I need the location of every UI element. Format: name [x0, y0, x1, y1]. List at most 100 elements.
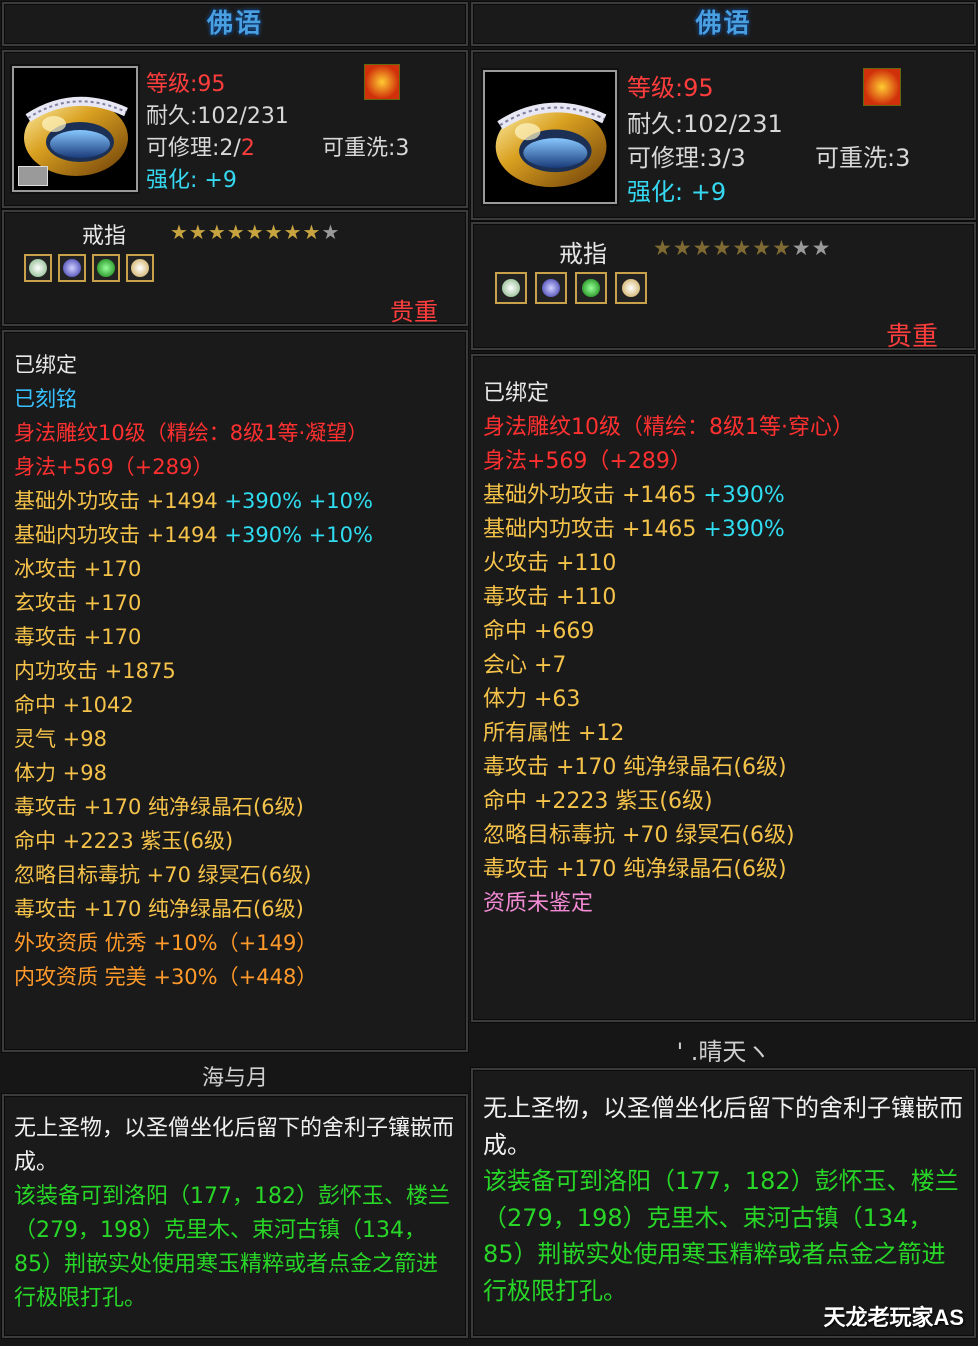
attribute-line: 灵气 +98 — [14, 722, 373, 756]
item-type: 戒指 — [82, 224, 127, 249]
attribute-line: 会心 +7 — [483, 648, 854, 682]
description-box: 无上圣物，以圣僧坐化后留下的舍利子镶嵌而成。 该装备可到洛阳（177，182）彭… — [2, 1094, 468, 1338]
enhance-row: 强化: +9 — [146, 162, 237, 194]
attribute-line: 基础外功攻击 +1494 +390% +10% — [14, 484, 373, 518]
attribute-text: 火攻击 +110 — [483, 551, 617, 576]
attribute-line: 已刻铭 — [14, 382, 373, 416]
engraver-name: ' .晴天ヽ — [676, 1038, 771, 1066]
item-title: 佛语 — [695, 9, 752, 39]
gem-blue-icon[interactable] — [58, 254, 86, 282]
durability: 耐久:102/231 — [627, 110, 783, 138]
attribute-text: 命中 +2223 紫玉(6级) — [14, 829, 234, 853]
attribute-text: 毒攻击 +170 — [14, 625, 142, 649]
gem-gold-icon[interactable] — [615, 272, 647, 304]
attribute-bonus: +390% — [703, 517, 785, 542]
attribute-line: 已绑定 — [483, 376, 854, 410]
attribute-text: 基础内功攻击 +1494 — [14, 523, 225, 547]
gem-slots — [24, 254, 154, 282]
attribute-text: 忽略目标毒抗 +70 绿冥石(6级) — [14, 863, 312, 887]
attribute-line: 体力 +63 — [483, 682, 854, 716]
level-value: :95 — [190, 72, 226, 97]
attribute-text: 内功攻击 +1875 — [14, 659, 176, 683]
attribute-line: 基础外功攻击 +1465 +390% — [483, 478, 854, 512]
enhance-label: 强化: — [146, 168, 198, 193]
gem-green-icon[interactable] — [575, 272, 607, 304]
item-type: 戒指 — [559, 240, 607, 268]
description-text: 无上圣物，以圣僧坐化后留下的舍利子镶嵌而成。 — [483, 1094, 963, 1159]
reroll-count: 可重洗:3 — [815, 144, 911, 172]
enhance-label: 强化: — [627, 178, 684, 206]
attribute-text: 毒攻击 +170 纯净绿晶石(6级) — [483, 857, 787, 882]
attribute-text: 身法雕纹10级（精绘：8级1等·凝望） — [14, 421, 369, 445]
attribute-line: 已绑定 — [14, 348, 373, 382]
attribute-line: 内功攻击 +1875 — [14, 654, 373, 688]
attribute-lines: 已绑定身法雕纹10级（精绘：8级1等·穿心） 身法+569（+289） 基础外功攻击… — [483, 376, 854, 920]
rarity-label: 贵重 — [885, 322, 938, 352]
level-row: 等级:95 — [627, 68, 714, 103]
attribute-text: 身法+569（+289） — [483, 449, 692, 474]
attribute-line: 命中 +2223 紫玉(6级) — [483, 784, 854, 818]
attribute-line: 内攻资质 完美 +30%（+448） — [14, 960, 373, 994]
star-rating: ★★★★★★★★★ — [653, 236, 831, 260]
ring-icon[interactable] — [483, 70, 617, 204]
gem-white-icon[interactable] — [495, 272, 527, 304]
attribute-line: 毒攻击 +170 纯净绿晶石(6级) — [483, 852, 854, 886]
reroll-count: 可重洗:3 — [322, 136, 410, 161]
attribute-text: 毒攻击 +170 纯净绿晶石(6级) — [483, 755, 787, 780]
attribute-line: 外攻资质 优秀 +10%（+149） — [14, 926, 373, 960]
gem-blue-icon[interactable] — [535, 272, 567, 304]
attribute-text: 命中 +669 — [483, 619, 595, 644]
gem-gold-icon[interactable] — [126, 254, 154, 282]
attribute-line: 忽略目标毒抗 +70 绿冥石(6级) — [483, 818, 854, 852]
ring-icon[interactable] — [12, 66, 138, 192]
attribute-text: 命中 +1042 — [14, 693, 134, 717]
attribute-line: 所有属性 +12 — [483, 716, 854, 750]
attribute-line: 基础内功攻击 +1465 +390% — [483, 512, 854, 546]
item-type-area: 戒指 ★★★★★★★★★ 贵重 — [471, 222, 976, 352]
enhance-value: +9 — [204, 168, 237, 193]
repair-max: 2 — [240, 136, 255, 161]
description-box: 无上圣物，以圣僧坐化后留下的舍利子镶嵌而成。 该装备可到洛阳（177，182）彭… — [471, 1068, 976, 1338]
attribute-line: 冰攻击 +170 — [14, 552, 373, 586]
attribute-text: 外攻资质 优秀 +10%（+149） — [14, 931, 318, 955]
attribute-text: 会心 +7 — [483, 653, 567, 678]
attribute-text: 已刻铭 — [14, 387, 77, 411]
attribute-line: 命中 +669 — [483, 614, 854, 648]
attribute-text: 毒攻击 +170 纯净绿晶石(6级) — [14, 795, 304, 819]
attribute-line: 毒攻击 +110 — [483, 580, 854, 614]
attribute-bonus: +390% +10% — [224, 523, 373, 547]
stars-filled: ★★★★★★★★ — [170, 220, 322, 244]
gem-slots — [495, 272, 647, 304]
gem-white-icon[interactable] — [24, 254, 52, 282]
attribute-text: 基础外功攻击 +1494 — [14, 489, 225, 513]
attribute-line: 身法+569（+289） — [14, 450, 373, 484]
attribute-line: 身法+569（+289） — [483, 444, 854, 478]
fire-element-icon — [364, 64, 400, 100]
item-title: 佛语 — [206, 9, 263, 39]
star-rating: ★★★★★★★★★ — [170, 220, 340, 244]
title-bar: 佛语 — [2, 2, 468, 46]
gem-green-icon[interactable] — [92, 254, 120, 282]
attribute-text: 基础外功攻击 +1465 — [483, 483, 704, 508]
level-row: 等级:95 — [146, 66, 225, 98]
attribute-text: 所有属性 +12 — [483, 721, 625, 746]
attribute-text: 内攻资质 完美 +30%（+448） — [14, 965, 318, 989]
enhance-value: +9 — [690, 178, 727, 206]
attribute-text: 忽略目标毒抗 +70 绿冥石(6级) — [483, 823, 795, 848]
socket-hint: 该装备可到洛阳（177，182）彭怀玉、楼兰（279，198）克里木、束河古镇（… — [14, 1184, 450, 1311]
socket-hint: 该装备可到洛阳（177，182）彭怀玉、楼兰（279，198）克里木、束河古镇（… — [483, 1167, 959, 1305]
attribute-text: 已绑定 — [483, 381, 550, 406]
rarity-label: 贵重 — [390, 298, 438, 326]
attribute-line: 命中 +2223 紫玉(6级) — [14, 824, 373, 858]
attribute-text: 冰攻击 +170 — [14, 557, 142, 581]
attribute-line: 身法雕纹10级（精绘：8级1等·穿心） — [483, 410, 854, 444]
attribute-text: 体力 +98 — [14, 761, 107, 785]
watermark: 天龙老玩家AS — [823, 1305, 964, 1330]
attribute-bonus: +390% +10% — [224, 489, 373, 513]
attribute-line: 毒攻击 +170 — [14, 620, 373, 654]
attribute-bonus: +390% — [703, 483, 785, 508]
attribute-line: 毒攻击 +170 纯净绿晶石(6级) — [14, 892, 373, 926]
attribute-lines: 已绑定 已刻铭 身法雕纹10级（精绘：8级1等·凝望） 身法+569（+289） 基础外… — [14, 348, 373, 994]
engraver-name: 海与月 — [201, 1066, 268, 1091]
level-label: 等级 — [146, 72, 191, 97]
